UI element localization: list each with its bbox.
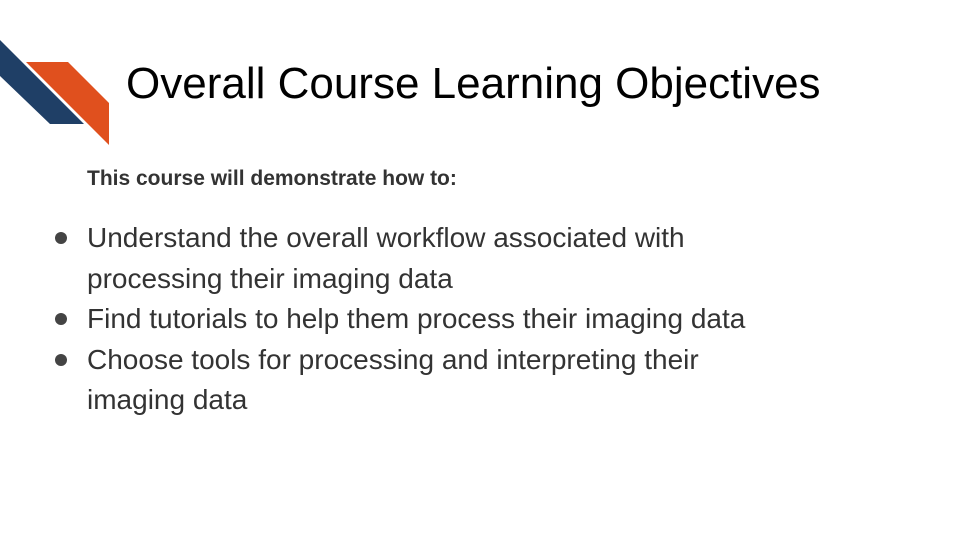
slide: Overall Course Learning Objectives This …: [0, 0, 960, 540]
list-item: Choose tools for processing and interpre…: [55, 340, 935, 421]
bullet-icon: [55, 313, 67, 325]
objective-text-line: Choose tools for processing and interpre…: [87, 343, 699, 375]
diagonal-stripes-logo-icon: [0, 40, 109, 145]
intro-text: This course will demonstrate how to:: [87, 167, 457, 190]
bullet-icon: [55, 353, 67, 366]
list-item: Find tutorials to help them process thei…: [55, 299, 935, 340]
objectives-list: Understand the overall workflow associat…: [55, 218, 935, 421]
slide-title: Overall Course Learning Objectives: [126, 59, 821, 108]
bullet-icon: [55, 232, 67, 244]
list-item: Understand the overall workflow associat…: [55, 218, 935, 299]
objective-text-line: Understand the overall workflow associat…: [87, 222, 685, 253]
objective-text-line: imaging data: [87, 384, 248, 415]
objective-text-line: Find tutorials to help them process thei…: [87, 303, 746, 334]
objective-text-line: processing their imaging data: [87, 262, 453, 294]
